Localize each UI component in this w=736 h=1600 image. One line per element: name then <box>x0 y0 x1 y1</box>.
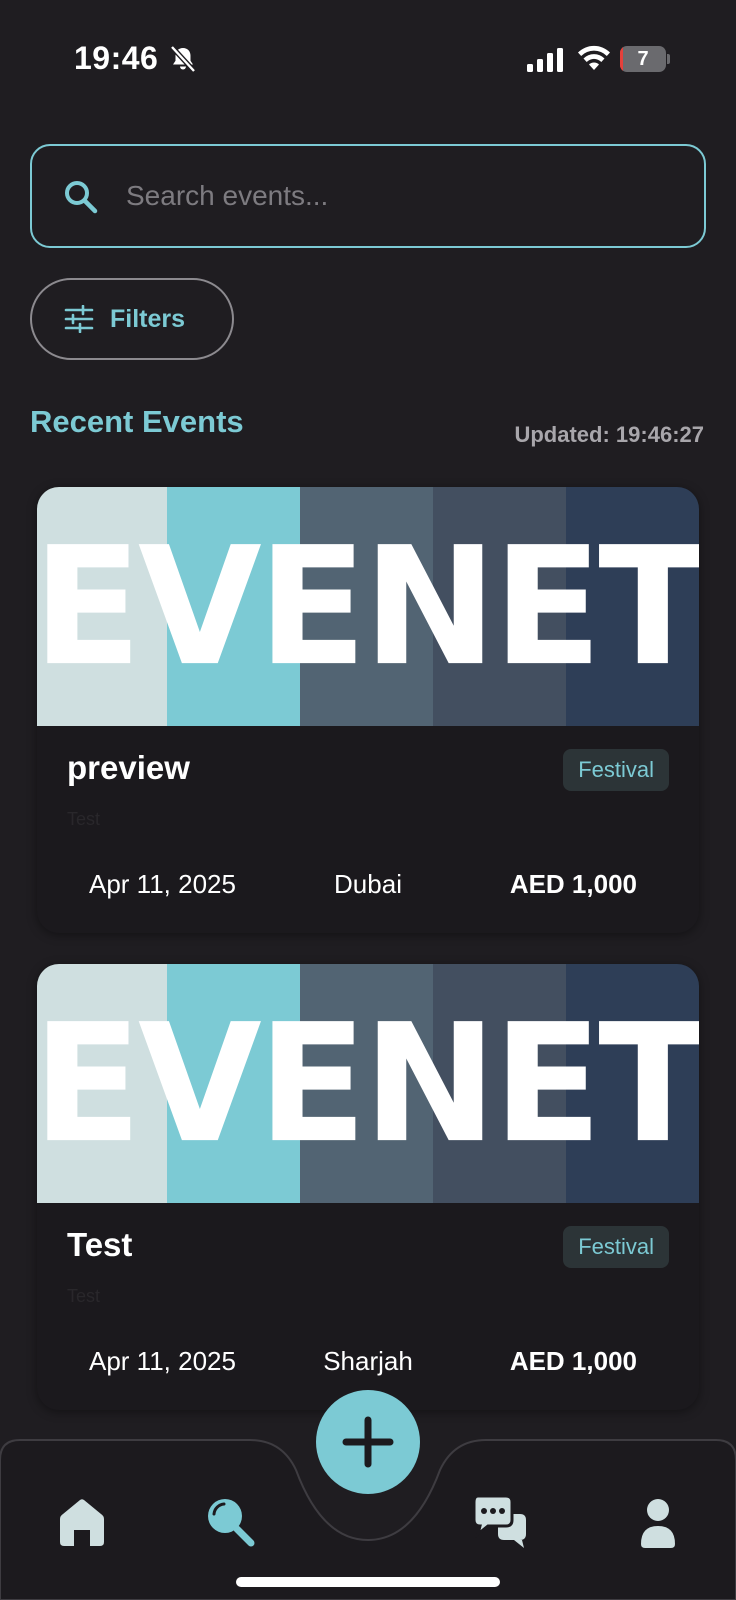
battery-indicator: 7 <box>620 46 670 72</box>
screen: 19:46 7 Search events... Filters Recent … <box>0 0 736 1600</box>
event-price: AED 1,000 <box>509 1346 637 1376</box>
nav-search[interactable] <box>202 1492 262 1552</box>
nav-home[interactable] <box>52 1492 112 1552</box>
section-title: Recent Events <box>30 404 244 439</box>
filters-label: Filters <box>110 304 186 333</box>
search-input[interactable] <box>126 164 686 228</box>
event-subtitle: Test <box>67 1286 101 1306</box>
wifi-icon <box>578 45 610 70</box>
filters-button[interactable]: Filters <box>30 278 234 360</box>
category-badge: Festival <box>563 1226 669 1268</box>
create-event-button[interactable] <box>316 1390 420 1494</box>
battery-level: 7 <box>637 48 649 70</box>
status-bar: 19:46 7 <box>0 0 736 120</box>
person-icon <box>641 1499 675 1548</box>
nav-profile[interactable] <box>628 1492 688 1552</box>
search-box[interactable] <box>30 144 706 248</box>
event-title: Test <box>67 1226 133 1263</box>
event-card[interactable]: EVENET preview Test Festival Apr 11, 202… <box>37 487 699 933</box>
home-indicator <box>236 1577 500 1587</box>
updated-timestamp: Updated: 19:46:27 <box>514 422 704 447</box>
search-icon <box>65 181 98 214</box>
event-banner-logo: EVENET <box>37 511 699 702</box>
cellular-signal-icon <box>527 48 563 72</box>
chat-bubbles-icon <box>472 1494 526 1548</box>
event-meta: Apr 11, 2025 Dubai AED 1,000 <box>37 869 699 909</box>
bell-muted-icon <box>170 45 196 73</box>
category-badge: Festival <box>563 749 669 791</box>
status-time: 19:46 <box>74 40 159 76</box>
event-title: preview <box>67 749 190 786</box>
event-price: AED 1,000 <box>509 869 637 899</box>
sliders-icon <box>64 305 94 333</box>
event-banner-logo: EVENET <box>37 988 699 1179</box>
event-meta: Apr 11, 2025 Sharjah AED 1,000 <box>37 1346 699 1386</box>
search-icon <box>208 1499 255 1547</box>
event-subtitle: Test <box>67 809 101 829</box>
plus-icon <box>342 1416 394 1468</box>
nav-chat[interactable] <box>470 1492 530 1552</box>
home-icon <box>60 1499 104 1546</box>
event-card[interactable]: EVENET Test Test Festival Apr 11, 2025 S… <box>37 964 699 1410</box>
